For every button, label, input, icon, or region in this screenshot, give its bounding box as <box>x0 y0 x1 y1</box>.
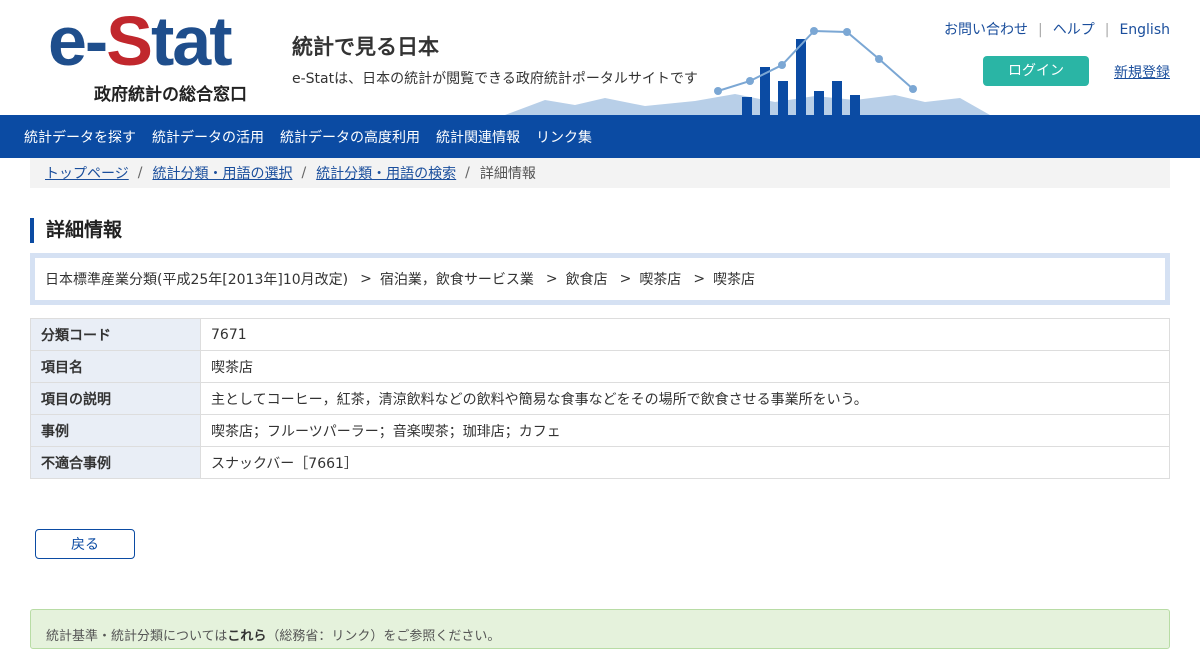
path-arrow: > <box>693 271 706 287</box>
logo-subtitle: 政府統計の総合窓口 <box>94 85 247 105</box>
table-row: 項目の説明 主としてコーヒー，紅茶，清涼飲料などの飲料や簡易な食事などをその場所… <box>30 382 1170 415</box>
breadcrumb: トップページ / 統計分類・用語の選択 / 統計分類・用語の検索 / 詳細情報 <box>30 158 1170 188</box>
nav-item-links[interactable]: リンク集 <box>536 127 592 147</box>
breadcrumb-top[interactable]: トップページ <box>45 163 129 183</box>
signup-link[interactable]: 新規登録 <box>1114 62 1170 82</box>
site-header: e-Stat 政府統計の総合窓口 統計で見る日本 e-Statは、日本の統計が閲… <box>0 0 1200 115</box>
path-arrow: > <box>545 271 558 287</box>
breadcrumb-separator: / <box>137 165 143 181</box>
path-item: 喫茶店 <box>713 272 756 288</box>
path-item: 宿泊業，飲食サービス業 <box>379 272 534 288</box>
table-row: 事例 喫茶店；フルーツパーラー；音楽喫茶；珈琲店；カフェ <box>30 414 1170 447</box>
login-button[interactable]: ログイン <box>983 56 1089 86</box>
row-value: 喫茶店；フルーツパーラー；音楽喫茶；珈琲店；カフェ <box>200 414 1170 447</box>
path-arrow: > <box>619 271 632 287</box>
table-row: 分類コード 7671 <box>30 318 1170 351</box>
logo-mark: e-Stat <box>48 2 233 80</box>
row-key: 項目の説明 <box>30 382 201 415</box>
row-key: 項目名 <box>30 350 201 383</box>
breadcrumb-separator: / <box>301 165 307 181</box>
detail-table: 分類コード 7671 項目名 喫茶店 項目の説明 主としてコーヒー，紅茶，清涼飲… <box>30 318 1170 479</box>
classification-path: 日本標準産業分類(平成25年[2013年]10月改定) > 宿泊業，飲食サービス… <box>30 253 1170 305</box>
row-value: スナックバー［7661］ <box>200 446 1170 479</box>
estat-logo[interactable]: e-Stat 政府統計の総合窓口 <box>48 6 248 105</box>
row-value: 7671 <box>200 318 1170 351</box>
nav-item-use-data[interactable]: 統計データの活用 <box>152 127 264 147</box>
breadcrumb-classification-search[interactable]: 統計分類・用語の検索 <box>316 163 456 183</box>
notice-link[interactable]: これら <box>227 629 266 644</box>
notice-text-after: （総務省：リンク）をご参照ください。 <box>266 629 501 644</box>
page-title: 詳細情報 <box>30 218 1170 243</box>
contact-link[interactable]: お問い合わせ <box>944 22 1028 38</box>
separator: | <box>1104 22 1110 38</box>
notice-text: 統計基準・統計分類については <box>46 629 228 644</box>
breadcrumb-current: 詳細情報 <box>479 166 536 182</box>
table-row: 不適合事例 スナックバー［7661］ <box>30 446 1170 479</box>
separator: | <box>1038 22 1043 38</box>
row-value: 主としてコーヒー，紅茶，清涼飲料などの飲料や簡易な食事などをその場所で飲食させる… <box>200 382 1170 415</box>
nav-item-find-data[interactable]: 統計データを探す <box>24 127 136 147</box>
global-nav: 統計データを探す 統計データの活用 統計データの高度利用 統計関連情報 リンク集 <box>0 115 1200 158</box>
site-title: 統計で見る日本 <box>292 35 439 59</box>
nav-item-related-info[interactable]: 統計関連情報 <box>436 127 520 147</box>
path-arrow: > <box>360 271 372 287</box>
path-item: 飲食店 <box>565 272 608 288</box>
help-link[interactable]: ヘルプ <box>1053 22 1095 38</box>
breadcrumb-separator: / <box>465 165 470 181</box>
table-row: 項目名 喫茶店 <box>30 350 1170 383</box>
breadcrumb-classification-select[interactable]: 統計分類・用語の選択 <box>152 163 292 183</box>
nav-item-advanced-use[interactable]: 統計データの高度利用 <box>280 127 420 147</box>
utility-links: お問い合わせ | ヘルプ | English <box>944 19 1170 39</box>
row-key: 不適合事例 <box>30 446 201 479</box>
english-link[interactable]: English <box>1119 22 1170 38</box>
row-value: 喫茶店 <box>200 350 1170 383</box>
row-key: 事例 <box>30 414 201 447</box>
notice-box: 統計基準・統計分類についてはこれら（総務省：リンク）をご参照ください。 <box>30 609 1170 649</box>
row-key: 分類コード <box>30 318 201 351</box>
decorative-graph-illustration <box>505 27 990 115</box>
path-item: 日本標準産業分類(平成25年[2013年]10月改定) <box>45 272 349 288</box>
back-button[interactable]: 戻る <box>35 529 135 559</box>
path-item: 喫茶店 <box>639 272 682 288</box>
